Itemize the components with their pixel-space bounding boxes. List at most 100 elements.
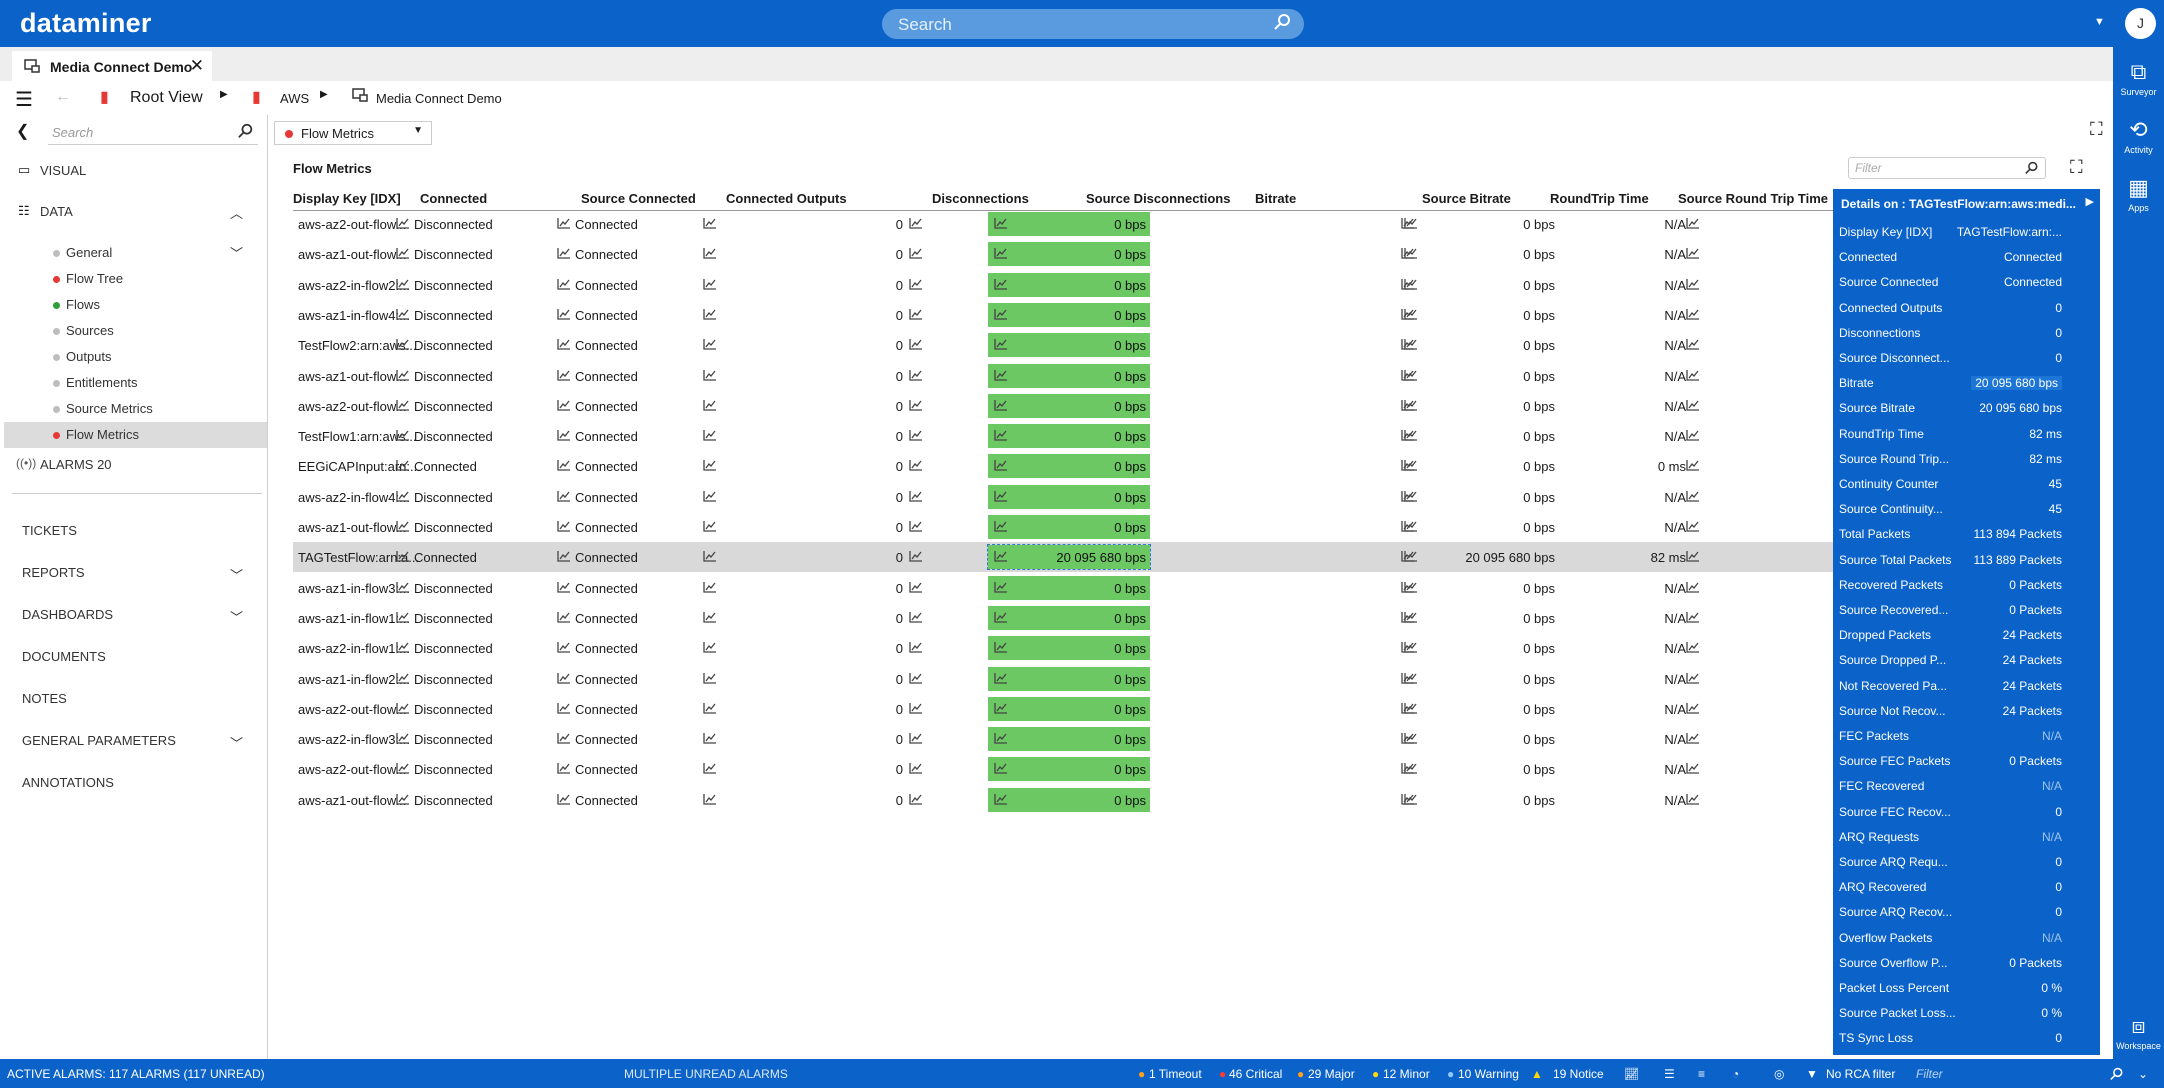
global-search-input[interactable]: Search <box>882 9 1304 39</box>
trend-icon[interactable] <box>994 459 1008 474</box>
surveyor-button[interactable]: ⧉ Surveyor <box>2113 59 2164 97</box>
bitrate-bar[interactable]: 0 bps <box>988 787 1150 812</box>
sidebar-item-general-parameters[interactable]: GENERAL PARAMETERS <box>22 733 176 748</box>
trend-icon[interactable] <box>1401 762 1415 777</box>
chevron-right-icon[interactable]: ▶ <box>2086 195 2094 208</box>
critical-count[interactable]: 46 Critical <box>1229 1067 1282 1081</box>
trend-icon[interactable] <box>703 672 717 687</box>
trend-icon[interactable] <box>909 702 923 717</box>
trend-icon[interactable] <box>909 459 923 474</box>
trend-icon[interactable] <box>1401 550 1415 565</box>
trend-icon[interactable] <box>396 762 410 777</box>
trend-icon[interactable] <box>557 672 571 687</box>
trend-icon[interactable] <box>1401 490 1415 505</box>
trend-icon[interactable] <box>994 338 1008 353</box>
trend-icon[interactable] <box>1401 217 1415 232</box>
trend-icon[interactable] <box>1401 278 1415 293</box>
trend-icon[interactable] <box>1401 338 1415 353</box>
bitrate-bar[interactable]: 0 bps <box>988 333 1150 358</box>
details-row[interactable]: RoundTrip Time 82 ms <box>1833 421 2100 446</box>
trend-icon[interactable] <box>994 702 1008 717</box>
trend-icon[interactable] <box>396 581 410 596</box>
trend-icon[interactable] <box>994 308 1008 323</box>
table-row[interactable]: aws-az2-in-flow3:... Disconnected Connecte… <box>293 724 1893 754</box>
trend-icon[interactable] <box>396 732 410 747</box>
trend-icon[interactable] <box>1686 399 1700 414</box>
details-row[interactable]: Source Packet Loss... 0 % <box>1833 1000 2100 1025</box>
trend-icon[interactable] <box>994 581 1008 596</box>
table-row[interactable]: aws-az1-out-flow... Disconnected Connected… <box>293 361 1893 391</box>
sidebar-item-alarms[interactable]: ALARMS 20 <box>40 457 112 472</box>
chevron-down-icon[interactable]: ﹀ <box>230 607 243 626</box>
trend-icon[interactable] <box>909 399 923 414</box>
details-row[interactable]: ARQ Requests N/A <box>1833 824 2100 849</box>
trend-icon[interactable] <box>1686 247 1700 262</box>
trend-icon[interactable] <box>703 611 717 626</box>
trend-icon[interactable] <box>703 308 717 323</box>
breadcrumb-aws[interactable]: AWS <box>280 91 309 106</box>
details-row[interactable]: Source Connected Connected <box>1833 269 2100 294</box>
trend-icon[interactable] <box>703 429 717 444</box>
breadcrumb-media-connect-demo[interactable]: Media Connect Demo <box>376 91 502 106</box>
trend-icon[interactable] <box>703 762 717 777</box>
trend-icon[interactable] <box>1686 278 1700 293</box>
bitrate-bar[interactable]: 0 bps <box>988 696 1150 721</box>
trend-icon[interactable] <box>994 217 1008 232</box>
activity-button[interactable]: ⟲ Activity <box>2113 117 2164 155</box>
trend-icon[interactable]: 📈︎ <box>1624 1067 1639 1081</box>
bitrate-bar[interactable]: 0 bps <box>988 363 1150 388</box>
table-row[interactable]: aws-az2-out-flow... Disconnected Connected… <box>293 754 1893 784</box>
details-row[interactable]: Disconnections 0 <box>1833 320 2100 345</box>
details-row[interactable]: Total Packets 113 894 Packets <box>1833 521 2100 546</box>
bitrate-bar[interactable]: 0 bps <box>988 605 1150 630</box>
trend-icon[interactable] <box>396 611 410 626</box>
trend-icon[interactable] <box>909 338 923 353</box>
trend-icon[interactable] <box>1686 490 1700 505</box>
bitrate-bar[interactable]: 0 bps <box>988 272 1150 297</box>
trend-icon[interactable] <box>994 641 1008 656</box>
details-row[interactable]: Source Recovered... 0 Packets <box>1833 597 2100 622</box>
details-row[interactable]: Source ARQ Requ... 0 <box>1833 849 2100 874</box>
trend-icon[interactable] <box>909 490 923 505</box>
sidebar-item-documents[interactable]: DOCUMENTS <box>22 649 106 664</box>
trend-icon[interactable] <box>703 338 717 353</box>
trend-icon[interactable] <box>1401 641 1415 656</box>
trend-icon[interactable] <box>994 429 1008 444</box>
notice-count[interactable]: 19 Notice <box>1553 1067 1604 1081</box>
chevron-down-icon[interactable]: ﹀ <box>230 565 243 584</box>
chevron-down-icon[interactable]: ﹀ <box>230 733 243 752</box>
column-header-display-key-idx[interactable]: Display Key [IDX] <box>293 191 401 206</box>
trend-icon[interactable] <box>994 247 1008 262</box>
trend-icon[interactable] <box>1401 308 1415 323</box>
trend-icon[interactable] <box>557 338 571 353</box>
unread-alarms-status[interactable]: MULTIPLE UNREAD ALARMS <box>624 1067 788 1081</box>
details-row[interactable]: FEC Packets N/A <box>1833 723 2100 748</box>
trend-icon[interactable] <box>994 732 1008 747</box>
bitrate-bar[interactable]: 20 095 680 bps <box>987 544 1151 571</box>
trend-icon[interactable] <box>396 429 410 444</box>
bitrate-bar[interactable]: 0 bps <box>988 302 1150 327</box>
sidebar-item-general[interactable]: General <box>53 245 112 260</box>
trend-icon[interactable] <box>1686 459 1700 474</box>
sidebar-item-data[interactable]: DATA <box>40 204 73 219</box>
column-header-source-bitrate[interactable]: Source Bitrate <box>1422 191 1511 206</box>
minor-count[interactable]: 12 Minor <box>1383 1067 1430 1081</box>
close-icon[interactable]: ✕ <box>190 56 204 76</box>
trend-icon[interactable] <box>1686 369 1700 384</box>
trend-icon[interactable] <box>703 581 717 596</box>
trend-icon[interactable] <box>1686 338 1700 353</box>
table-row[interactable]: aws-az2-out-flow... Disconnected Connected… <box>293 391 1893 421</box>
trend-icon[interactable] <box>557 520 571 535</box>
collapse-panel-chevron-icon[interactable]: ❮ <box>16 121 29 141</box>
trend-icon[interactable] <box>703 217 717 232</box>
trend-icon[interactable] <box>909 217 923 232</box>
table-row[interactable]: aws-az1-in-flow3:... Disconnected Connecte… <box>293 573 1893 603</box>
trend-icon[interactable] <box>557 611 571 626</box>
back-arrow-icon[interactable]: ← <box>55 88 71 106</box>
details-row[interactable]: TS Sync Loss 0 <box>1833 1025 2100 1050</box>
chevron-up-icon[interactable]: ︿ <box>230 203 243 222</box>
app-logo[interactable]: dataminer <box>20 8 152 39</box>
column-header-source-connected[interactable]: Source Connected <box>581 191 696 206</box>
sidebar-item-annotations[interactable]: ANNOTATIONS <box>22 775 114 790</box>
trend-icon[interactable] <box>396 217 410 232</box>
